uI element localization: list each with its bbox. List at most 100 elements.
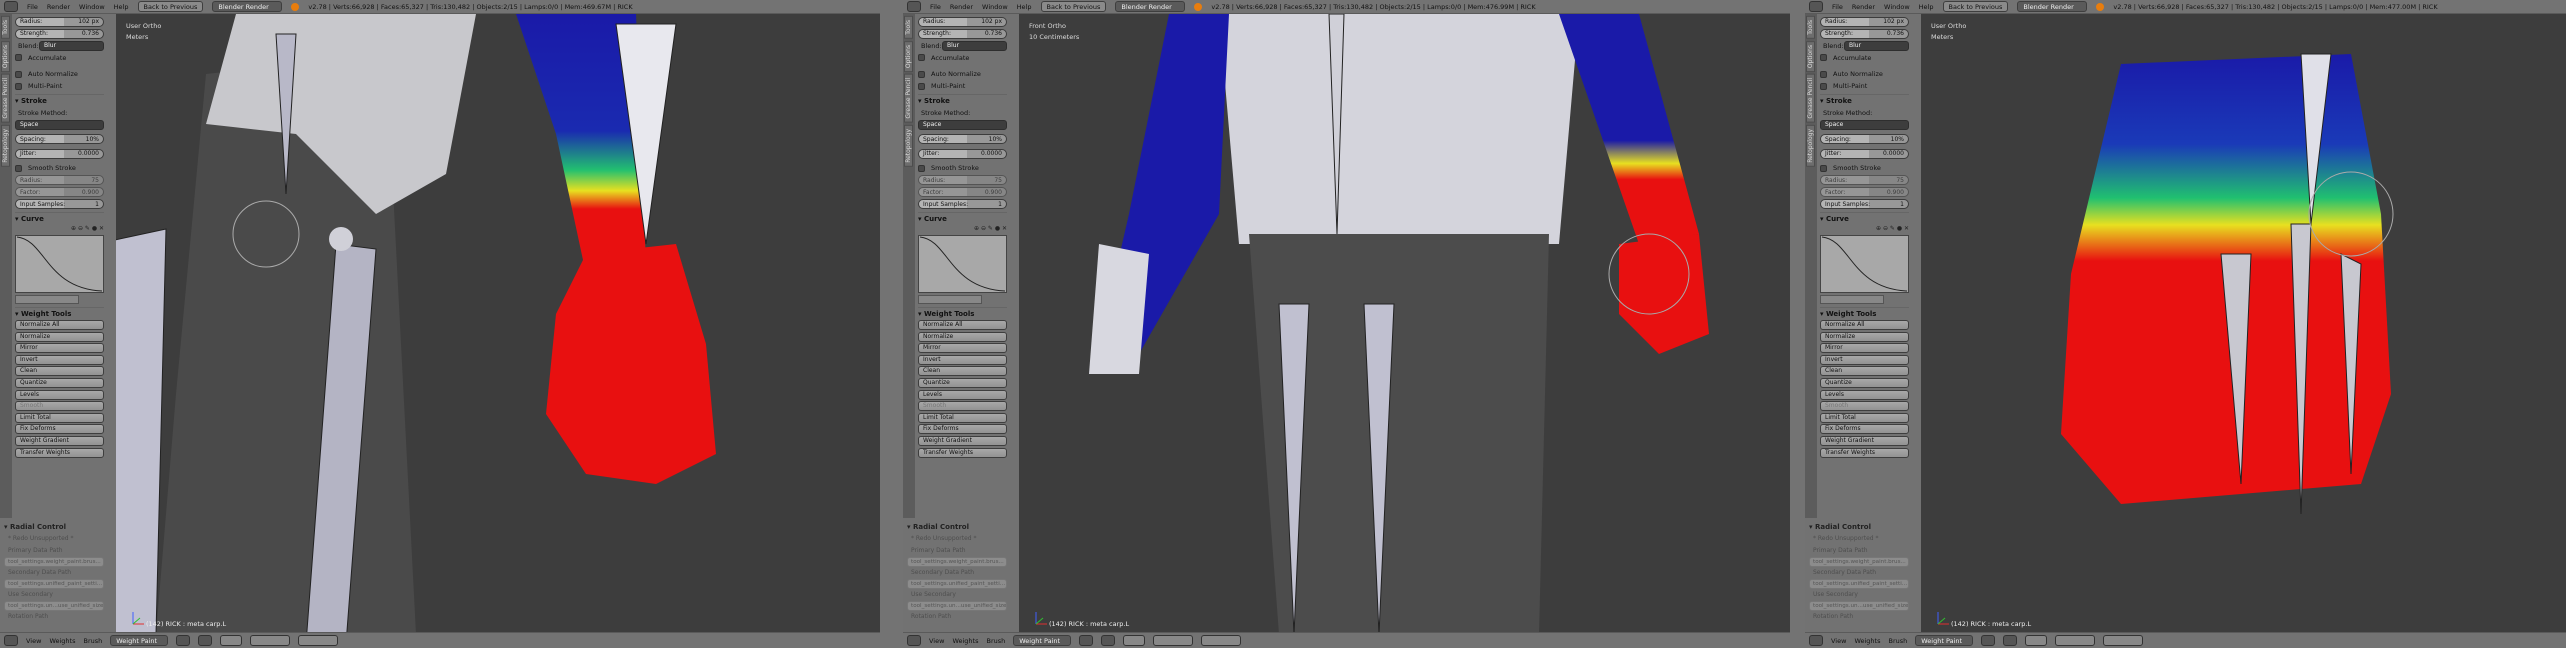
menu-weights[interactable]: Weights [1854,637,1880,645]
tab-tools[interactable]: Tools [904,16,913,39]
curve-panel-header[interactable]: ▾ Curve [15,212,104,225]
primary-data-path-field[interactable]: tool_settings.weight_paint.brus... [4,557,104,567]
multi-paint-checkbox[interactable]: Multi-Paint [918,81,1007,93]
menu-render[interactable]: Render [47,3,70,11]
input-samples-field[interactable]: Input Samples: 1 [15,199,104,210]
accumulate-checkbox[interactable]: Accumulate [15,52,104,64]
editor-type-button[interactable] [907,635,921,646]
weight-tools-panel-header[interactable]: ▾ Weight Tools [918,307,1007,320]
multi-paint-checkbox[interactable]: Multi-Paint [15,81,104,93]
mode-dropdown[interactable]: Weight Paint [110,635,169,646]
curve-preset-buttons[interactable] [1820,295,1884,304]
weight-gradient-button[interactable]: Weight Gradient [918,435,1007,446]
strength-field[interactable]: Strength: 0.736 [1820,28,1909,39]
mirror-button[interactable]: Mirror [918,343,1007,354]
normalize-all-button[interactable]: Normalize All [1820,320,1909,330]
menu-help[interactable]: Help [1017,3,1032,11]
editor-type-button[interactable] [1809,1,1823,12]
curve-tool-icons[interactable]: ⊕ ⊖ ✎ ● ✕ [1820,225,1909,233]
shading-dropdown[interactable] [176,635,191,646]
normalize-button[interactable]: Normalize [15,331,104,342]
menu-render[interactable]: Render [950,3,973,11]
quantize-button[interactable]: Quantize [1820,377,1909,388]
menu-view[interactable]: View [1831,637,1846,645]
editor-type-button[interactable] [4,635,18,646]
invert-button[interactable]: Invert [918,354,1007,365]
blend-dropdown[interactable]: Blur [1844,40,1909,51]
smooth-stroke-checkbox[interactable]: Smooth Stroke [1820,163,1909,175]
radial-control-header[interactable]: ▾ Radial Control [907,520,1007,533]
mask-toggles[interactable] [1123,635,1146,646]
pivot-dropdown[interactable] [1101,635,1116,646]
jitter-field[interactable]: Jitter: 0.0000 [15,148,104,159]
use-secondary-field[interactable]: tool_settings.un...use_unified_size [1809,601,1909,611]
shading-dropdown[interactable] [1981,635,1996,646]
invert-button[interactable]: Invert [15,354,104,365]
curve-preset-buttons[interactable] [15,295,79,304]
normalize-all-button[interactable]: Normalize All [15,320,104,330]
menu-help[interactable]: Help [1919,3,1934,11]
tab-retopology[interactable]: Retopology [1,124,10,167]
input-samples-field[interactable]: Input Samples: 1 [1820,199,1909,210]
menu-render[interactable]: Render [1852,3,1875,11]
back-to-previous-button[interactable]: Back to Previous [1040,1,1107,12]
mask-toggles[interactable] [220,635,243,646]
weight-tools-panel-header[interactable]: ▾ Weight Tools [15,307,104,320]
strength-field[interactable]: Strength: 0.736 [918,28,1007,39]
tab-tools[interactable]: Tools [1806,16,1815,39]
curve-panel-header[interactable]: ▾ Curve [1820,212,1909,225]
3d-viewport[interactable]: User Ortho Meters (142) RICK : meta carp… [1921,14,2566,632]
curve-preset-buttons[interactable] [918,295,982,304]
spacing-field[interactable]: Spacing: 10% [1820,134,1909,145]
primary-data-path-field[interactable]: tool_settings.weight_paint.brus... [1809,557,1909,567]
primary-data-path-field[interactable]: tool_settings.weight_paint.brus... [907,557,1007,567]
use-secondary-field[interactable]: tool_settings.un...use_unified_size [907,601,1007,611]
3d-viewport[interactable]: Front Ortho 10 Centimeters (142) RICK : … [1019,14,1790,632]
smooth-stroke-checkbox[interactable]: Smooth Stroke [15,163,104,175]
levels-button[interactable]: Levels [1820,389,1909,400]
fix-deforms-button[interactable]: Fix Deforms [1820,424,1909,435]
secondary-data-path-field[interactable]: tool_settings.unified_paint_setti... [1809,579,1909,589]
tab-grease-pencil[interactable]: Grease Pencil [904,73,913,123]
levels-button[interactable]: Levels [15,389,104,400]
mirror-button[interactable]: Mirror [15,343,104,354]
tab-options[interactable]: Options [1806,40,1815,72]
curve-tool-icons[interactable]: ⊕ ⊖ ✎ ● ✕ [15,225,104,233]
accumulate-checkbox[interactable]: Accumulate [1820,52,1909,64]
quantize-button[interactable]: Quantize [918,377,1007,388]
stroke-panel-header[interactable]: ▾ Stroke [15,94,104,107]
secondary-data-path-field[interactable]: tool_settings.unified_paint_setti... [4,579,104,589]
tab-grease-pencil[interactable]: Grease Pencil [1,73,10,123]
transfer-weights-button[interactable]: Transfer Weights [1820,447,1909,458]
menu-weights[interactable]: Weights [49,637,75,645]
limit-total-button[interactable]: Limit Total [1820,412,1909,423]
levels-button[interactable]: Levels [918,389,1007,400]
multi-paint-checkbox[interactable]: Multi-Paint [1820,81,1909,93]
render-engine-dropdown[interactable]: Blender Render [212,1,283,12]
stroke-panel-header[interactable]: ▾ Stroke [918,94,1007,107]
menu-help[interactable]: Help [114,3,129,11]
menu-file[interactable]: File [930,3,941,11]
invert-button[interactable]: Invert [1820,354,1909,365]
spacing-field[interactable]: Spacing: 10% [918,134,1007,145]
normalize-button[interactable]: Normalize [1820,331,1909,342]
menu-brush[interactable]: Brush [1888,637,1907,645]
menu-window[interactable]: Window [982,3,1008,11]
auto-normalize-checkbox[interactable]: Auto Normalize [1820,69,1909,81]
render-engine-dropdown[interactable]: Blender Render [1115,1,1186,12]
pivot-dropdown[interactable] [2003,635,2018,646]
menu-window[interactable]: Window [79,3,105,11]
curve-panel-header[interactable]: ▾ Curve [918,212,1007,225]
back-to-previous-button[interactable]: Back to Previous [137,1,204,12]
normalize-button[interactable]: Normalize [918,331,1007,342]
mask-toggles[interactable] [2025,635,2048,646]
falloff-curve-editor[interactable] [15,235,104,293]
weight-gradient-button[interactable]: Weight Gradient [15,435,104,446]
jitter-field[interactable]: Jitter: 0.0000 [918,148,1007,159]
back-to-previous-button[interactable]: Back to Previous [1942,1,2009,12]
strength-field[interactable]: Strength: 0.736 [15,28,104,39]
stroke-method-dropdown[interactable]: Space [918,119,1007,130]
tab-retopology[interactable]: Retopology [1806,124,1815,167]
mode-dropdown[interactable]: Weight Paint [1915,635,1974,646]
menu-view[interactable]: View [26,637,41,645]
